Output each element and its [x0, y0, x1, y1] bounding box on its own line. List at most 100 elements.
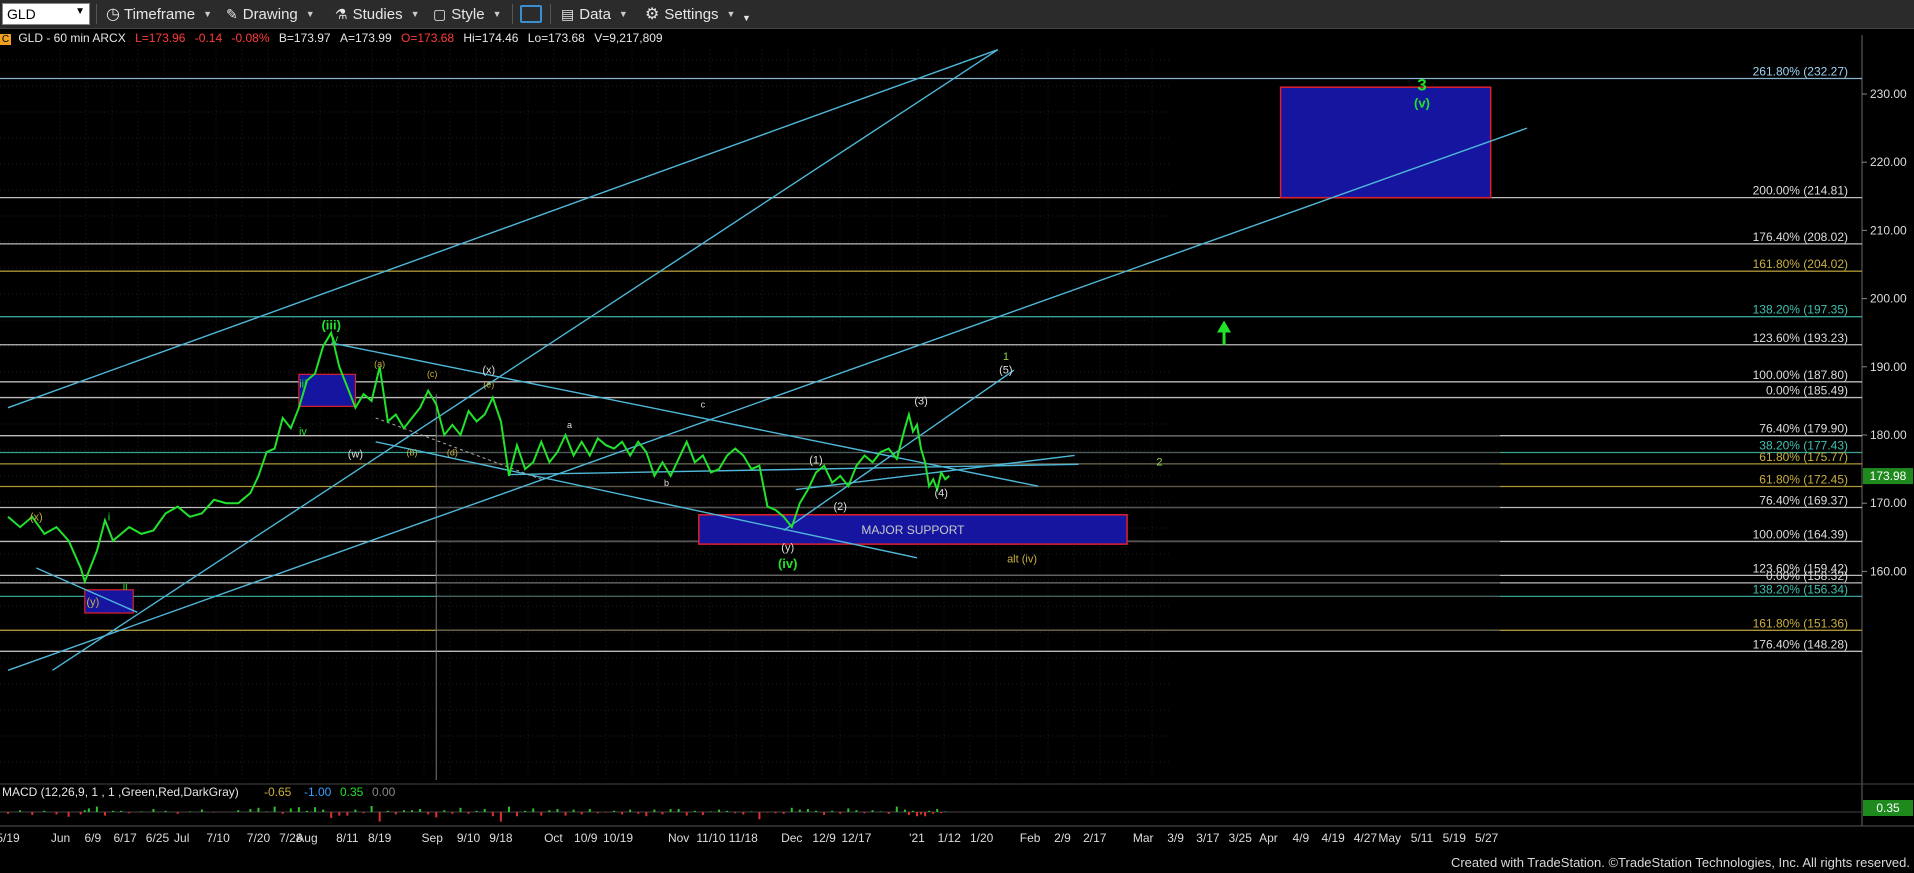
date-tick-label: 7/20: [247, 831, 271, 845]
wave-label: a: [567, 420, 572, 430]
date-tick-label: Aug: [296, 831, 317, 845]
gear-icon: ⚙: [645, 6, 660, 23]
date-tick-label: Feb: [1020, 831, 1041, 845]
date-tick-label: Apr: [1259, 831, 1278, 845]
wave-label: alt (iv): [1007, 554, 1037, 566]
fib-level-label: 0.00% (158.32): [1766, 569, 1848, 583]
studies-button[interactable]: ⚗ Studies ▼: [335, 3, 420, 25]
price-tick-label: 190.00: [1870, 360, 1907, 374]
fib-level-label: 200.00% (214.81): [1753, 184, 1848, 198]
toolbar: GLD ▼ ◷ Timeframe ▼ ✎ Drawing ▼ ⚗ Studie…: [0, 0, 1914, 29]
wave-label: (4): [935, 487, 948, 499]
clock-icon: ◷: [106, 6, 120, 23]
caret-down-icon: ▼: [203, 9, 213, 19]
price-tick-label: 170.00: [1870, 496, 1907, 510]
fib-level-label: 76.40% (179.90): [1759, 422, 1848, 436]
wave-label: 1: [1003, 351, 1009, 363]
macd-zero-value: 0.00: [372, 785, 396, 799]
wave-label: (a): [374, 359, 385, 369]
drawing-button[interactable]: ✎ Drawing ▼: [226, 3, 315, 25]
caret-down-icon: ▼: [618, 9, 628, 19]
bar-chart-icon: ▤: [561, 5, 575, 22]
date-tick-label: 6/17: [113, 831, 137, 845]
fib-level-label: 123.60% (193.23): [1753, 331, 1848, 345]
macd-label: MACD (12,26,9, 1 , 1 ,Green,Red,DarkGray…: [2, 785, 239, 799]
more-button[interactable]: ▼: [742, 7, 751, 29]
date-tick-label: 12/9: [812, 831, 836, 845]
trendline: [52, 49, 999, 671]
wave-label: iii: [299, 378, 306, 390]
wave-label: (b): [407, 447, 418, 457]
price-tick-label: 210.00: [1870, 223, 1907, 237]
fib-level-label: 76.40% (169.37): [1759, 493, 1848, 507]
fib-level-label: 261.80% (232.27): [1753, 65, 1848, 79]
date-tick-label: May: [1378, 831, 1401, 845]
chevron-down-icon: ▼: [75, 6, 85, 17]
date-tick-label: 2/9: [1054, 831, 1071, 845]
date-tick-label: 8/19: [368, 831, 392, 845]
date-tick-label: Mar: [1133, 831, 1154, 845]
timeframe-button[interactable]: ◷ Timeframe ▼: [106, 3, 212, 25]
fib-level-label: 176.40% (208.02): [1753, 230, 1848, 244]
fib-level-label: 176.40% (148.28): [1753, 637, 1848, 651]
timeframe-label: Timeframe: [123, 5, 196, 23]
price-tick-label: 220.00: [1870, 155, 1907, 169]
studies-label: Studies: [352, 5, 403, 23]
date-tick-label: 5/11: [1411, 831, 1434, 845]
macd-current-label: 0.35: [1876, 801, 1900, 815]
fib-level-label: 138.20% (156.34): [1753, 582, 1848, 596]
wave-label: 3: [1417, 76, 1426, 95]
caret-down-icon: ▼: [742, 13, 751, 23]
wave-label: (d): [447, 447, 458, 457]
wave-label: (w): [348, 449, 363, 461]
symbol-value: GLD: [7, 6, 36, 22]
date-tick-label: 1/20: [970, 831, 994, 845]
layout-button[interactable]: [520, 3, 542, 25]
caret-down-icon: ▼: [726, 9, 736, 19]
trendline: [7, 49, 999, 409]
data-button[interactable]: ▤ Data ▼: [561, 3, 628, 25]
layout-icon: [520, 5, 542, 23]
date-tick-label: 5/27: [1475, 831, 1499, 845]
price-tick-label: 180.00: [1870, 428, 1907, 442]
date-tick-label: 11/10: [696, 831, 725, 845]
price-tick-label: 160.00: [1870, 564, 1907, 578]
wave-label: (5): [999, 365, 1012, 377]
date-tick-label: 10/19: [603, 831, 633, 845]
wave-label: 2: [1156, 457, 1162, 469]
wave-label: b: [664, 478, 669, 488]
date-tick-label: 9/10: [457, 831, 481, 845]
wave-label: c: [701, 400, 706, 410]
date-tick-label: 9/18: [489, 831, 513, 845]
support-box-label: MAJOR SUPPORT: [861, 523, 965, 537]
date-tick-label: Jun: [51, 831, 70, 845]
wave-label: (c): [427, 369, 438, 379]
date-tick-label: 6/25: [146, 831, 170, 845]
symbol-input[interactable]: GLD ▼: [2, 3, 90, 25]
date-tick-label: 4/27: [1354, 831, 1378, 845]
price-chart[interactable]: 261.80% (232.27)200.00% (214.81)176.40% …: [0, 29, 1914, 853]
footer: Created with TradeStation. ©TradeStation…: [0, 853, 1914, 873]
date-tick-label: 10/9: [574, 831, 598, 845]
fib-level-label: 161.80% (204.02): [1753, 257, 1848, 271]
macd-signal-value: -1.00: [304, 785, 332, 799]
caret-down-icon: ▼: [305, 9, 315, 19]
chart-area[interactable]: 261.80% (232.27) 200.00% (214.81) 176.40% …: [0, 29, 1914, 853]
date-tick-label: 4/9: [1292, 831, 1309, 845]
wave-label: (1): [809, 455, 822, 467]
macd-value: -0.65: [264, 785, 292, 799]
wave-label: (iv): [778, 556, 798, 571]
fib-level-label: 100.00% (187.80): [1753, 368, 1848, 382]
caret-down-icon: ▼: [410, 9, 420, 19]
date-tick-label: 7/10: [206, 831, 230, 845]
style-button[interactable]: ▢ Style ▼: [433, 3, 502, 25]
wave-label: (x): [482, 365, 495, 377]
divider: [512, 4, 513, 24]
flask-icon: ⚗: [335, 5, 348, 22]
trendline: [375, 441, 918, 559]
date-tick-label: 2/17: [1083, 831, 1107, 845]
wave-label: ii: [123, 581, 128, 593]
drawing-label: Drawing: [242, 5, 298, 23]
wave-label: (v): [1414, 96, 1430, 111]
settings-button[interactable]: ⚙ Settings ▼: [645, 3, 735, 25]
